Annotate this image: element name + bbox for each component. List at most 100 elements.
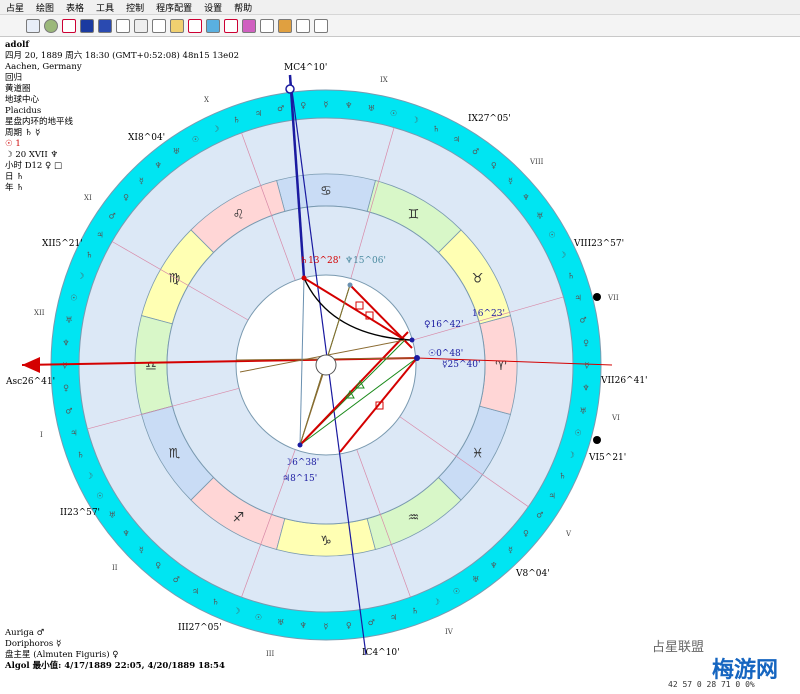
venus-label: ♀16^42' — [424, 320, 464, 330]
house-label-asc: Asc26^41' — [5, 377, 55, 387]
ring-planet-glyph: ☿ — [139, 176, 144, 185]
ring-planet-glyph: ♀ — [346, 621, 352, 630]
natal-chart-wheel: ♊♋♌♍♎♏♐♑♒♓♈♉ ☿♀♂♃♄☽☉♅♆☿♀♂♃♄☽☉♅♆☿♀♂♃♄☽☉♅♆… — [5, 63, 648, 658]
ring-planet-glyph: ♄ — [212, 598, 219, 607]
ring-planet-glyph: ☽ — [568, 450, 575, 459]
ring-planet-glyph: ♃ — [96, 231, 103, 240]
status-readout: 42 57 0 28 71 0 0% — [668, 680, 755, 689]
fixed-star-panel: Auriga ♂ Doriphoros ☿ 盘主星 (Almuten Figur… — [5, 628, 225, 672]
ring-planet-glyph: ☉ — [575, 429, 582, 438]
ring-planet-glyph: ♃ — [453, 135, 460, 144]
mercury-pos-label: 16^23' — [472, 309, 505, 319]
ring-planet-glyph: ♆ — [490, 561, 497, 570]
house-numeral: III — [266, 650, 275, 658]
house-label-xii: XII5^21' — [42, 239, 83, 249]
ring-planet-glyph: ♆ — [582, 384, 589, 393]
ring-planet-glyph: ♄ — [433, 124, 440, 133]
almuten-line: 盘主星 (Almuten Figuris) ♀ — [5, 650, 119, 660]
house-numeral: X — [204, 96, 209, 104]
ring-planet-glyph: ♆ — [522, 193, 529, 202]
algol-line: Algol 最小值: 4/17/1889 22:05, 4/20/1889 18… — [5, 661, 225, 671]
house-numeral: IX — [380, 76, 388, 84]
ring-planet-glyph: ☽ — [233, 606, 240, 615]
zodiac-sign-glyph: ♊ — [408, 207, 420, 222]
ring-planet-glyph: ☉ — [390, 109, 397, 118]
ring-planet-glyph: ☉ — [192, 135, 199, 144]
ring-planet-glyph: ♄ — [559, 471, 566, 480]
ring-planet-glyph: ☽ — [433, 598, 440, 607]
fixed-star-dot-icon — [593, 293, 601, 301]
jupiter-label: ♃8^15' — [282, 474, 317, 484]
ring-planet-glyph: ☽ — [212, 124, 219, 133]
ring-planet-glyph: ☉ — [70, 293, 77, 302]
zodiac-sign-glyph: ♏ — [169, 447, 181, 462]
ring-planet-glyph: ♅ — [173, 147, 180, 156]
ring-planet-glyph: ☿ — [508, 546, 513, 555]
ring-planet-glyph: ♃ — [390, 613, 397, 622]
zodiac-sign-glyph: ♎ — [145, 359, 157, 374]
ring-planet-glyph: ♂ — [368, 618, 375, 627]
center-hub — [315, 354, 337, 376]
ring-planet-glyph: ♃ — [255, 109, 262, 118]
ring-planet-glyph: ♂ — [65, 406, 72, 415]
moon-marker-icon — [297, 442, 303, 448]
house-numeral: VI — [611, 414, 620, 422]
ring-planet-glyph: ♂ — [536, 511, 543, 520]
ring-planet-glyph: ☿ — [324, 100, 329, 109]
neptune-label: ♆15^06' — [345, 256, 386, 266]
ring-planet-glyph: ☉ — [96, 492, 103, 501]
ring-planet-glyph: ♅ — [65, 316, 72, 325]
zodiac-sign-glyph: ♑ — [320, 534, 332, 549]
ring-planet-glyph: ☉ — [453, 587, 460, 596]
ring-planet-glyph: ♂ — [579, 316, 586, 325]
ring-planet-glyph: ♅ — [368, 104, 375, 113]
ring-planet-glyph: ♄ — [86, 251, 93, 260]
house-numeral: IV — [445, 628, 454, 636]
ring-planet-glyph: ♃ — [548, 492, 555, 501]
ring-planet-glyph: ♅ — [277, 618, 284, 627]
house-label-vi: VI5^21' — [588, 453, 626, 463]
ring-planet-glyph: ♂ — [109, 211, 116, 220]
house-numeral: V — [565, 530, 572, 538]
ring-planet-glyph: ☽ — [412, 116, 419, 125]
ring-planet-glyph: ♄ — [77, 450, 84, 459]
ring-planet-glyph: ♆ — [62, 338, 69, 347]
house-numeral: XI — [84, 194, 92, 202]
ring-planet-glyph: ♅ — [579, 406, 586, 415]
house-label-ix: IX27^05' — [468, 114, 511, 124]
sun-label: ☉0^48' — [428, 349, 463, 359]
ring-planet-glyph: ☉ — [255, 613, 262, 622]
ring-planet-glyph: ♂ — [472, 147, 479, 156]
house-numeral: XII — [34, 309, 45, 317]
asc-arrow-icon — [22, 357, 40, 373]
neptune-marker-icon — [347, 282, 353, 288]
saturn-label: ♄13^28' — [300, 256, 341, 266]
house-numeral: I — [40, 431, 43, 439]
sun-marker-icon — [414, 355, 420, 361]
ring-planet-glyph: ♆ — [345, 101, 352, 110]
ring-planet-glyph: ☿ — [508, 176, 513, 185]
house-label-vii: VII26^41' — [600, 376, 648, 386]
ring-planet-glyph: ☽ — [77, 272, 84, 281]
ring-planet-glyph: ☿ — [324, 622, 329, 631]
ring-planet-glyph: ♅ — [472, 575, 479, 584]
ring-planet-glyph: ☿ — [139, 546, 144, 555]
moon-label: ☽6^38' — [284, 458, 319, 468]
ring-planet-glyph: ♅ — [109, 511, 116, 520]
ring-planet-glyph: ♀ — [583, 338, 589, 347]
ring-planet-glyph: ♄ — [568, 272, 575, 281]
ring-planet-glyph: ♃ — [575, 293, 582, 302]
house-numeral: II — [112, 564, 118, 572]
ring-planet-glyph: ♆ — [300, 621, 307, 630]
ring-planet-glyph: ♃ — [192, 587, 199, 596]
star-line: Doriphoros ☿ — [5, 639, 62, 649]
ring-planet-glyph: ☽ — [86, 471, 93, 480]
saturn-marker-icon — [301, 275, 307, 281]
ring-planet-glyph: ♀ — [523, 529, 529, 538]
ring-planet-glyph: ♀ — [155, 561, 161, 570]
house-label-viii: VIII23^57' — [573, 239, 624, 249]
ring-planet-glyph: ♄ — [233, 116, 240, 125]
zodiac-sign-glyph: ♌ — [233, 207, 245, 222]
mc-marker-icon — [285, 84, 295, 94]
house-numeral: VIII — [529, 158, 544, 166]
